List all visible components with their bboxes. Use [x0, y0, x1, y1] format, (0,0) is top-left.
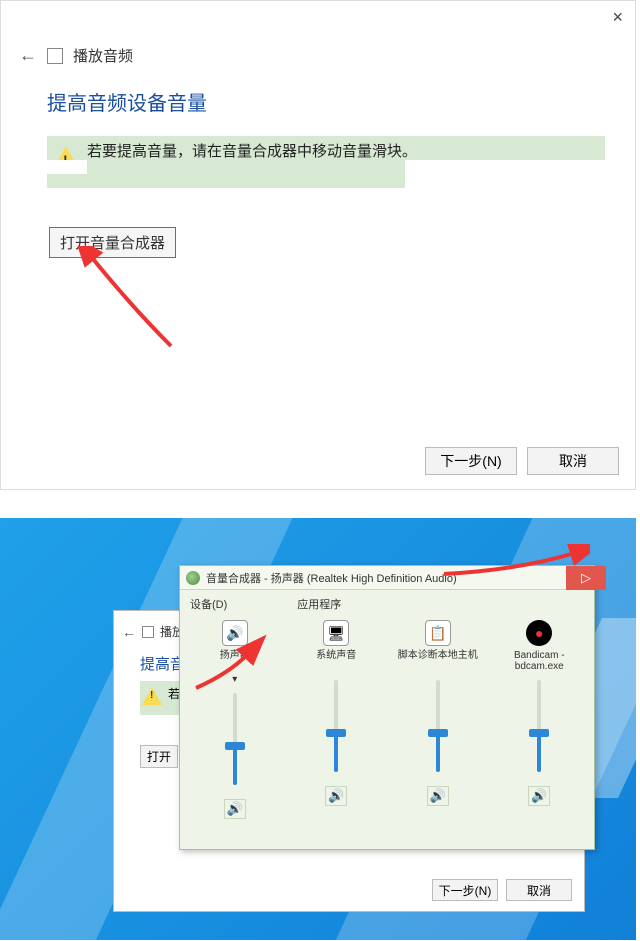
mixer-title: 音量合成器 - 扬声器 (Realtek High Definition Aud… — [206, 570, 457, 586]
script-icon[interactable]: 📋 — [425, 620, 451, 646]
page-icon — [47, 48, 63, 64]
mixer-titlebar[interactable]: 音量合成器 - 扬声器 (Realtek High Definition Aud… — [180, 566, 594, 590]
warning-exclaim: ! — [150, 690, 153, 701]
mixer-channel: 🔊 扬声器 ▾ 🔊 — [195, 620, 275, 819]
section-device-label: 设备(D) — [190, 596, 227, 612]
troubleshoot-dialog: × ← 播放音频 提高音频设备音量 ! 若要提高音量，请在音量合成器中移动音量滑… — [0, 0, 636, 490]
dialog-footer: 下一步(N) 取消 — [425, 447, 619, 475]
tip-box: ! 若要提高音量，请在音量合成器中移动音量滑块。 — [47, 136, 605, 188]
mixer-section-labels: 设备(D) 应用程序 — [180, 590, 594, 614]
system-sound-icon[interactable]: 🖥 — [323, 620, 349, 646]
page-icon — [142, 626, 154, 638]
cancel-button[interactable]: 取消 — [506, 879, 572, 901]
decorative — [47, 160, 87, 174]
channel-name: 脚本诊断本地主机 — [398, 650, 478, 672]
volume-mixer-window: 音量合成器 - 扬声器 (Realtek High Definition Aud… — [179, 565, 595, 850]
breadcrumb: 播放音频 — [73, 45, 133, 66]
open-mixer-button[interactable]: 打开 — [140, 745, 178, 768]
chevron-down-icon[interactable]: ▾ — [232, 674, 237, 685]
annotation-arrow — [61, 246, 191, 356]
mixer-channel: ● Bandicam - bdcam.exe 🔊 — [499, 620, 579, 819]
volume-thumb[interactable] — [225, 742, 245, 750]
volume-slider[interactable] — [537, 680, 541, 772]
back-arrow-icon[interactable]: ← — [19, 45, 37, 66]
open-mixer-button[interactable]: 打开音量合成器 — [49, 227, 176, 258]
dialog-body: 提高音频设备音量 ! 若要提高音量，请在音量合成器中移动音量滑块。 — [47, 87, 605, 188]
volume-thumb[interactable] — [428, 729, 448, 737]
channel-name: 扬声器 — [220, 650, 250, 672]
cancel-button[interactable]: 取消 — [527, 447, 619, 475]
next-button[interactable]: 下一步(N) — [432, 879, 498, 901]
channel-name: 系统声音 — [316, 650, 356, 672]
volume-slider[interactable] — [233, 693, 237, 785]
volume-thumb[interactable] — [529, 729, 549, 737]
mixer-app-icon — [186, 571, 200, 585]
mixer-channel: 🖥 系统声音 🔊 — [296, 620, 376, 819]
mute-button[interactable]: 🔊 — [427, 786, 449, 806]
close-button[interactable]: ▷ — [566, 566, 606, 590]
desktop-scene: ← 播放音 提高音 ! 若 打开 下一步(N) 取消 音量合成器 - 扬声器 (… — [0, 518, 636, 940]
volume-thumb[interactable] — [326, 729, 346, 737]
speaker-icon[interactable]: 🔊 — [222, 620, 248, 646]
mixer-channel: 📋 脚本诊断本地主机 🔊 — [398, 620, 478, 819]
tip-text: 若要提高音量，请在音量合成器中移动音量滑块。 — [87, 140, 417, 161]
next-button[interactable]: 下一步(N) — [425, 447, 517, 475]
volume-slider[interactable] — [436, 680, 440, 772]
mute-button[interactable]: 🔊 — [325, 786, 347, 806]
mute-button[interactable]: 🔊 — [528, 786, 550, 806]
mixer-body: 🔊 扬声器 ▾ 🔊 🖥 系统声音 🔊 📋 脚本诊断本地主机 🔊 ● Bandicam - bdcam.… — [180, 614, 594, 829]
back-arrow-icon[interactable]: ← — [122, 624, 136, 640]
mute-button[interactable]: 🔊 — [224, 799, 246, 819]
section-apps-label: 应用程序 — [297, 596, 341, 612]
page-title: 提高音频设备音量 — [47, 87, 605, 116]
dialog-header: ← 播放音频 — [19, 45, 133, 66]
dialog-footer: 下一步(N) 取消 — [432, 879, 572, 901]
close-icon[interactable]: × — [612, 7, 623, 28]
volume-slider[interactable] — [334, 680, 338, 772]
channel-name: Bandicam - bdcam.exe — [499, 650, 579, 672]
decorative — [405, 160, 605, 188]
bandicam-icon[interactable]: ● — [526, 620, 552, 646]
